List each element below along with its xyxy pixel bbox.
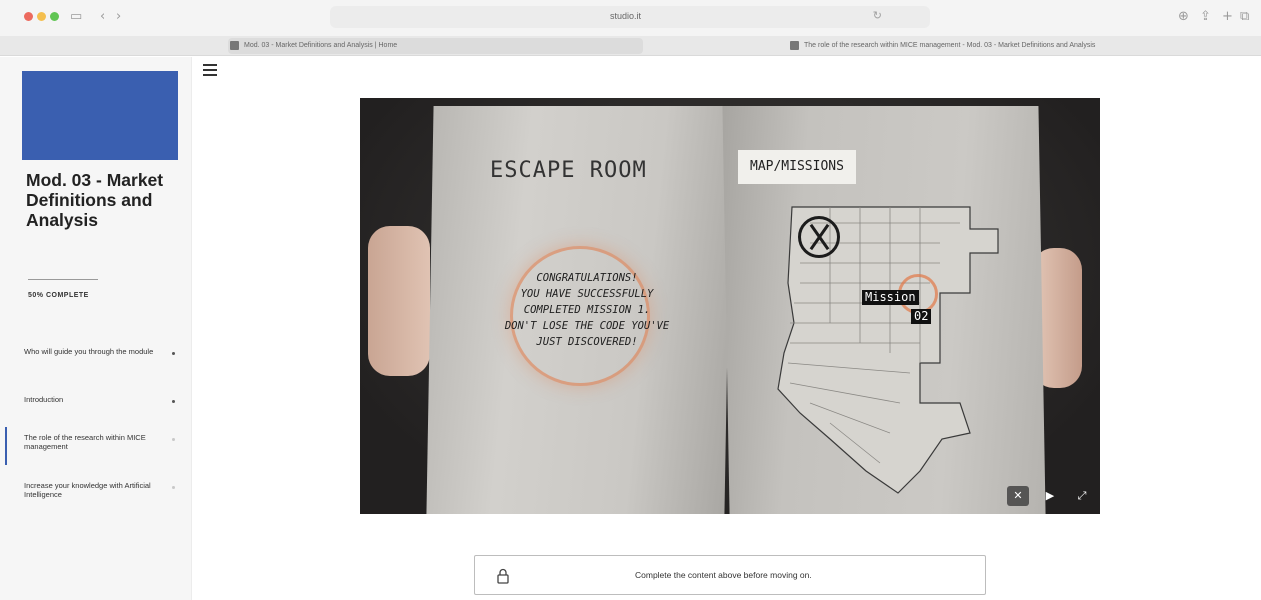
sidebar-toggle-icon[interactable]: ▭ <box>70 8 82 26</box>
fullscreen-icon[interactable]: ⤢ <box>1071 486 1093 506</box>
lesson-label: Who will guide you through the module <box>24 347 154 356</box>
lock-icon <box>497 568 509 584</box>
browser-titlebar: ▭ ‹ › studio.it ↻ ⊕ ⇪ + ⧉ <box>0 0 1261 36</box>
congratulations-message: CONGRATULATIONS! YOU HAVE SUCCESSFULLY C… <box>472 270 702 350</box>
reload-icon[interactable]: ↻ <box>873 9 882 22</box>
mute-icon[interactable]: ✕ <box>1007 486 1029 506</box>
escape-room-title: ESCAPE ROOM <box>490 158 647 183</box>
play-icon[interactable]: ▶ <box>1039 486 1061 506</box>
sidebar-lesson-guide[interactable]: Who will guide you through the module <box>0 347 192 387</box>
tab-title: Mod. 03 - Market Definitions and Analysi… <box>244 42 398 49</box>
message-line: YOU HAVE SUCCESSFULLY <box>520 288 654 300</box>
course-cover-image <box>22 71 178 160</box>
minimize-window-button[interactable] <box>37 12 46 21</box>
course-sidebar: Mod. 03 - Market Definitions and Analysi… <box>0 57 192 600</box>
tab-bar: Mod. 03 - Market Definitions and Analysi… <box>0 36 1261 56</box>
address-bar[interactable]: studio.it ↻ <box>330 6 930 28</box>
lesson-complete-icon <box>172 352 175 355</box>
tab-overview-icon[interactable]: ⧉ <box>1240 8 1249 26</box>
zoom-window-button[interactable] <box>50 12 59 21</box>
close-window-button[interactable] <box>24 12 33 21</box>
left-hand-image <box>368 226 430 376</box>
lesson-label: Introduction <box>24 395 64 404</box>
tab-lesson[interactable]: The role of the research within MICE man… <box>788 38 1228 54</box>
lesson-label: Increase your knowledge with Artificial … <box>24 481 151 499</box>
share-icon[interactable]: ⇪ <box>1200 8 1211 26</box>
message-line: JUST DISCOVERED! <box>536 336 638 348</box>
hamburger-menu-icon[interactable] <box>203 64 219 78</box>
completed-mission-x-icon <box>798 216 840 258</box>
message-line: COMPLETED MISSION 1. <box>523 304 651 316</box>
map-missions-title: MAP/MISSIONS <box>738 150 856 184</box>
sidebar-lesson-introduction[interactable]: Introduction <box>0 395 192 435</box>
favicon-icon <box>790 41 799 50</box>
address-url: studio.it <box>610 11 642 21</box>
lesson-label: The role of the research within MICE man… <box>24 433 146 451</box>
mission-number: 02 <box>911 309 932 324</box>
forward-icon[interactable]: › <box>116 8 121 26</box>
sidebar-lesson-research-role[interactable]: The role of the research within MICE man… <box>0 427 192 473</box>
progress-text: 50% COMPLETE <box>28 292 89 299</box>
course-title: Mod. 03 - Market Definitions and Analysi… <box>26 170 164 230</box>
back-icon[interactable]: ‹ <box>100 8 105 26</box>
tab-home[interactable]: Mod. 03 - Market Definitions and Analysi… <box>228 38 643 54</box>
locked-continue-notice: Complete the content above before moving… <box>474 555 986 595</box>
tab-title: The role of the research within MICE man… <box>804 42 1096 49</box>
lesson-status-icon <box>172 438 175 441</box>
lesson-complete-icon <box>172 400 175 403</box>
active-lesson-indicator <box>5 427 7 465</box>
lesson-status-icon <box>172 486 175 489</box>
sidebar-lesson-ai-knowledge[interactable]: Increase your knowledge with Artificial … <box>0 481 192 521</box>
message-line: CONGRATULATIONS! <box>536 272 638 284</box>
notice-text: Complete the content above before moving… <box>635 570 812 580</box>
new-tab-icon[interactable]: + <box>1222 8 1233 26</box>
download-icon[interactable]: ⊕ <box>1178 8 1189 26</box>
escape-room-video[interactable]: ESCAPE ROOM CONGRATULATIONS! YOU HAVE SU… <box>360 98 1100 514</box>
favicon-icon <box>230 41 239 50</box>
mission-label: Mission <box>862 290 919 305</box>
progress-divider <box>28 279 98 280</box>
message-line: DON'T LOSE THE CODE YOU'VE <box>504 320 670 332</box>
